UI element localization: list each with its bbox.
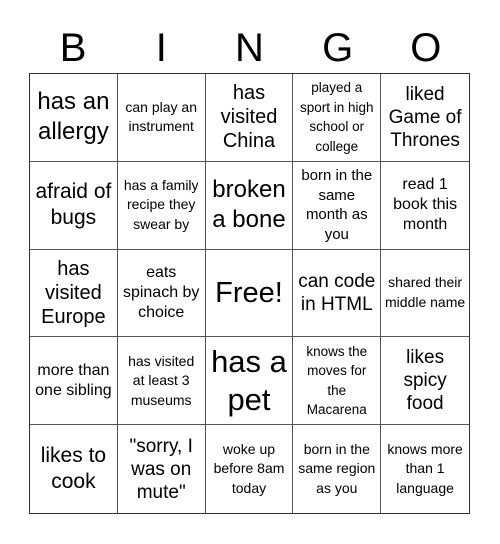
bingo-cell[interactable]: has an allergy [30, 74, 118, 162]
bingo-cell[interactable]: knows more than 1 language [381, 425, 469, 513]
bingo-cell[interactable]: shared their middle name [381, 250, 469, 338]
bingo-cell[interactable]: born in the same month as you [293, 161, 382, 250]
cell-text: has visited at least 3 museums [128, 352, 195, 408]
bingo-cell[interactable]: has a pet [205, 337, 294, 426]
cell-text: afraid of bugs [35, 180, 112, 230]
cell-text: eats spinach by choice [122, 263, 200, 321]
bingo-grid: has an allergy can play an instrument ha… [29, 73, 470, 514]
bingo-cell[interactable]: played a sport in high school or college [293, 74, 382, 162]
bingo-cell[interactable]: has a family recipe they swear by [117, 161, 206, 250]
header-letter-g: G [322, 26, 354, 70]
cell-text: broken a bone [212, 176, 286, 234]
bingo-cell[interactable]: woke up before 8am today [206, 425, 294, 513]
bingo-cell[interactable]: afraid of bugs [30, 161, 118, 250]
cell-text: has an allergy [37, 88, 110, 146]
cell-text: "sorry, I was on mute" [129, 435, 193, 503]
bingo-cell[interactable]: more than one sibling [30, 337, 118, 426]
cell-text: has a pet [211, 343, 287, 417]
cell-text: has visited China [220, 82, 278, 153]
header-letter-i: I [155, 26, 167, 70]
bingo-cell[interactable]: has visited at least 3 museums [117, 337, 206, 426]
cell-text: shared their middle name [385, 274, 466, 310]
bingo-cell[interactable]: likes spicy food [381, 337, 469, 426]
bingo-cell[interactable]: broken a bone [205, 161, 294, 250]
bingo-cell[interactable]: eats spinach by choice [117, 249, 206, 338]
cell-text: woke up before 8am today [213, 440, 285, 496]
bingo-cell[interactable]: "sorry, I was on mute" [118, 425, 206, 513]
cell-text: knows more than 1 language [387, 440, 463, 496]
bingo-cell[interactable]: liked Game of Thrones [381, 74, 469, 162]
bingo-cell[interactable]: can play an instrument [117, 74, 206, 162]
cell-text: played a sport in high school or college [300, 80, 374, 154]
bingo-cell[interactable]: has visited China [205, 74, 294, 162]
header-letter-n: N [235, 26, 264, 70]
bingo-cell[interactable]: can code in HTML [293, 249, 382, 338]
cell-text: read 1 book this month [393, 176, 458, 234]
cell-text: born in the same region as you [298, 440, 376, 496]
bingo-cell[interactable]: knows the moves for the Macarena [293, 337, 382, 426]
bingo-cell[interactable]: likes to cook [30, 425, 118, 513]
cell-text: knows the moves for the Macarena [306, 343, 368, 418]
bingo-cell[interactable]: read 1 book this month [381, 162, 469, 250]
free-space[interactable]: Free! [205, 249, 294, 338]
cell-text: born in the same month as you [301, 167, 373, 243]
cell-text: Free! [215, 276, 283, 309]
header-letter-b: B [59, 26, 87, 70]
cell-text: liked Game of Thrones [388, 83, 462, 151]
cell-text: has visited Europe [41, 257, 106, 328]
cell-text: can play an instrument [125, 98, 197, 135]
bingo-cell[interactable]: born in the same region as you [293, 425, 382, 513]
cell-text: more than one sibling [35, 361, 112, 399]
cell-text: can code in HTML [298, 270, 376, 315]
cell-text: likes spicy food [403, 347, 447, 415]
bingo-cell[interactable]: has visited Europe [30, 249, 118, 338]
header-letter-o: O [410, 26, 442, 70]
cell-text: likes to cook [40, 444, 107, 494]
cell-text: has a family recipe they swear by [123, 176, 199, 232]
bingo-header: B I N G O [29, 24, 470, 72]
